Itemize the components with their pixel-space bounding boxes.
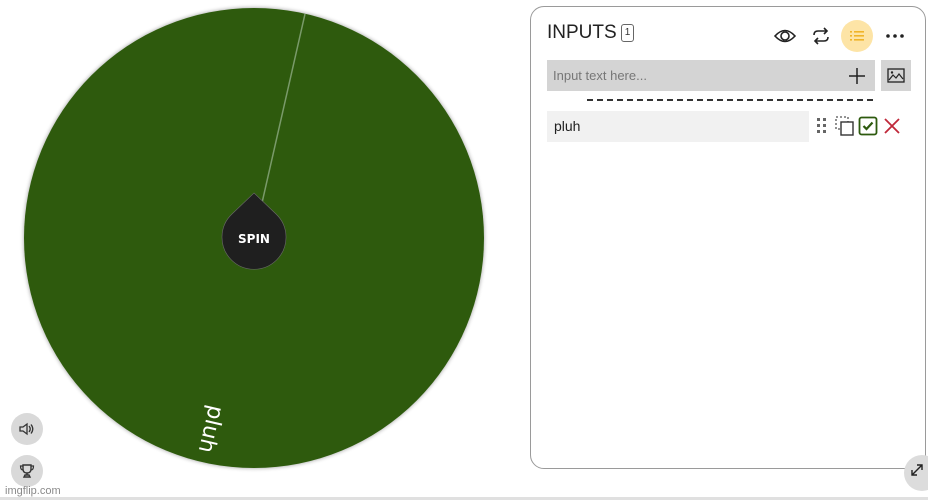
more-options-button[interactable] <box>879 20 911 52</box>
checkbox-checked-icon <box>858 116 878 136</box>
list-view-button[interactable] <box>841 20 873 52</box>
speaker-icon <box>19 422 34 436</box>
shuffle-icon <box>813 27 829 45</box>
spin-label[interactable]: SPIN <box>238 232 270 246</box>
list-icon <box>850 31 864 41</box>
wheel[interactable]: pluh SPIN <box>0 0 510 500</box>
entry-count-badge: 1 <box>620 24 635 42</box>
expand-icon <box>911 464 923 476</box>
entry-checkbox[interactable] <box>858 116 878 136</box>
panel-header: INPUTS 1 <box>547 22 635 44</box>
divider <box>587 99 873 101</box>
add-image-button[interactable] <box>881 60 911 91</box>
wheel-area: pluh SPIN imgflip.com <box>0 0 510 500</box>
input-row <box>547 60 875 91</box>
duplicate-icon <box>835 116 854 136</box>
plus-icon <box>849 67 865 84</box>
shuffle-button[interactable] <box>805 20 837 52</box>
entry-label: pluh <box>554 118 581 134</box>
eye-icon <box>774 29 796 43</box>
duplicate-button[interactable] <box>835 116 855 136</box>
more-icon <box>886 34 904 38</box>
panel-title: INPUTS <box>547 22 617 43</box>
image-icon <box>887 68 905 83</box>
sound-button[interactable] <box>11 413 43 445</box>
add-entry-button[interactable] <box>845 60 869 91</box>
winners-button[interactable] <box>11 455 43 487</box>
drag-handle[interactable] <box>812 116 832 136</box>
fullscreen-button[interactable] <box>904 455 928 491</box>
watermark: imgflip.com <box>5 485 61 497</box>
inputs-panel: INPUTS 1 Input text here... pluh <box>530 6 926 469</box>
entry-text-input[interactable] <box>547 60 837 91</box>
trophy-icon <box>19 464 35 478</box>
close-icon <box>884 118 900 134</box>
drag-handle-icon <box>817 118 826 133</box>
delete-entry-button[interactable] <box>882 116 902 136</box>
hide-button[interactable] <box>769 20 801 52</box>
entry-item[interactable]: pluh <box>547 111 809 142</box>
